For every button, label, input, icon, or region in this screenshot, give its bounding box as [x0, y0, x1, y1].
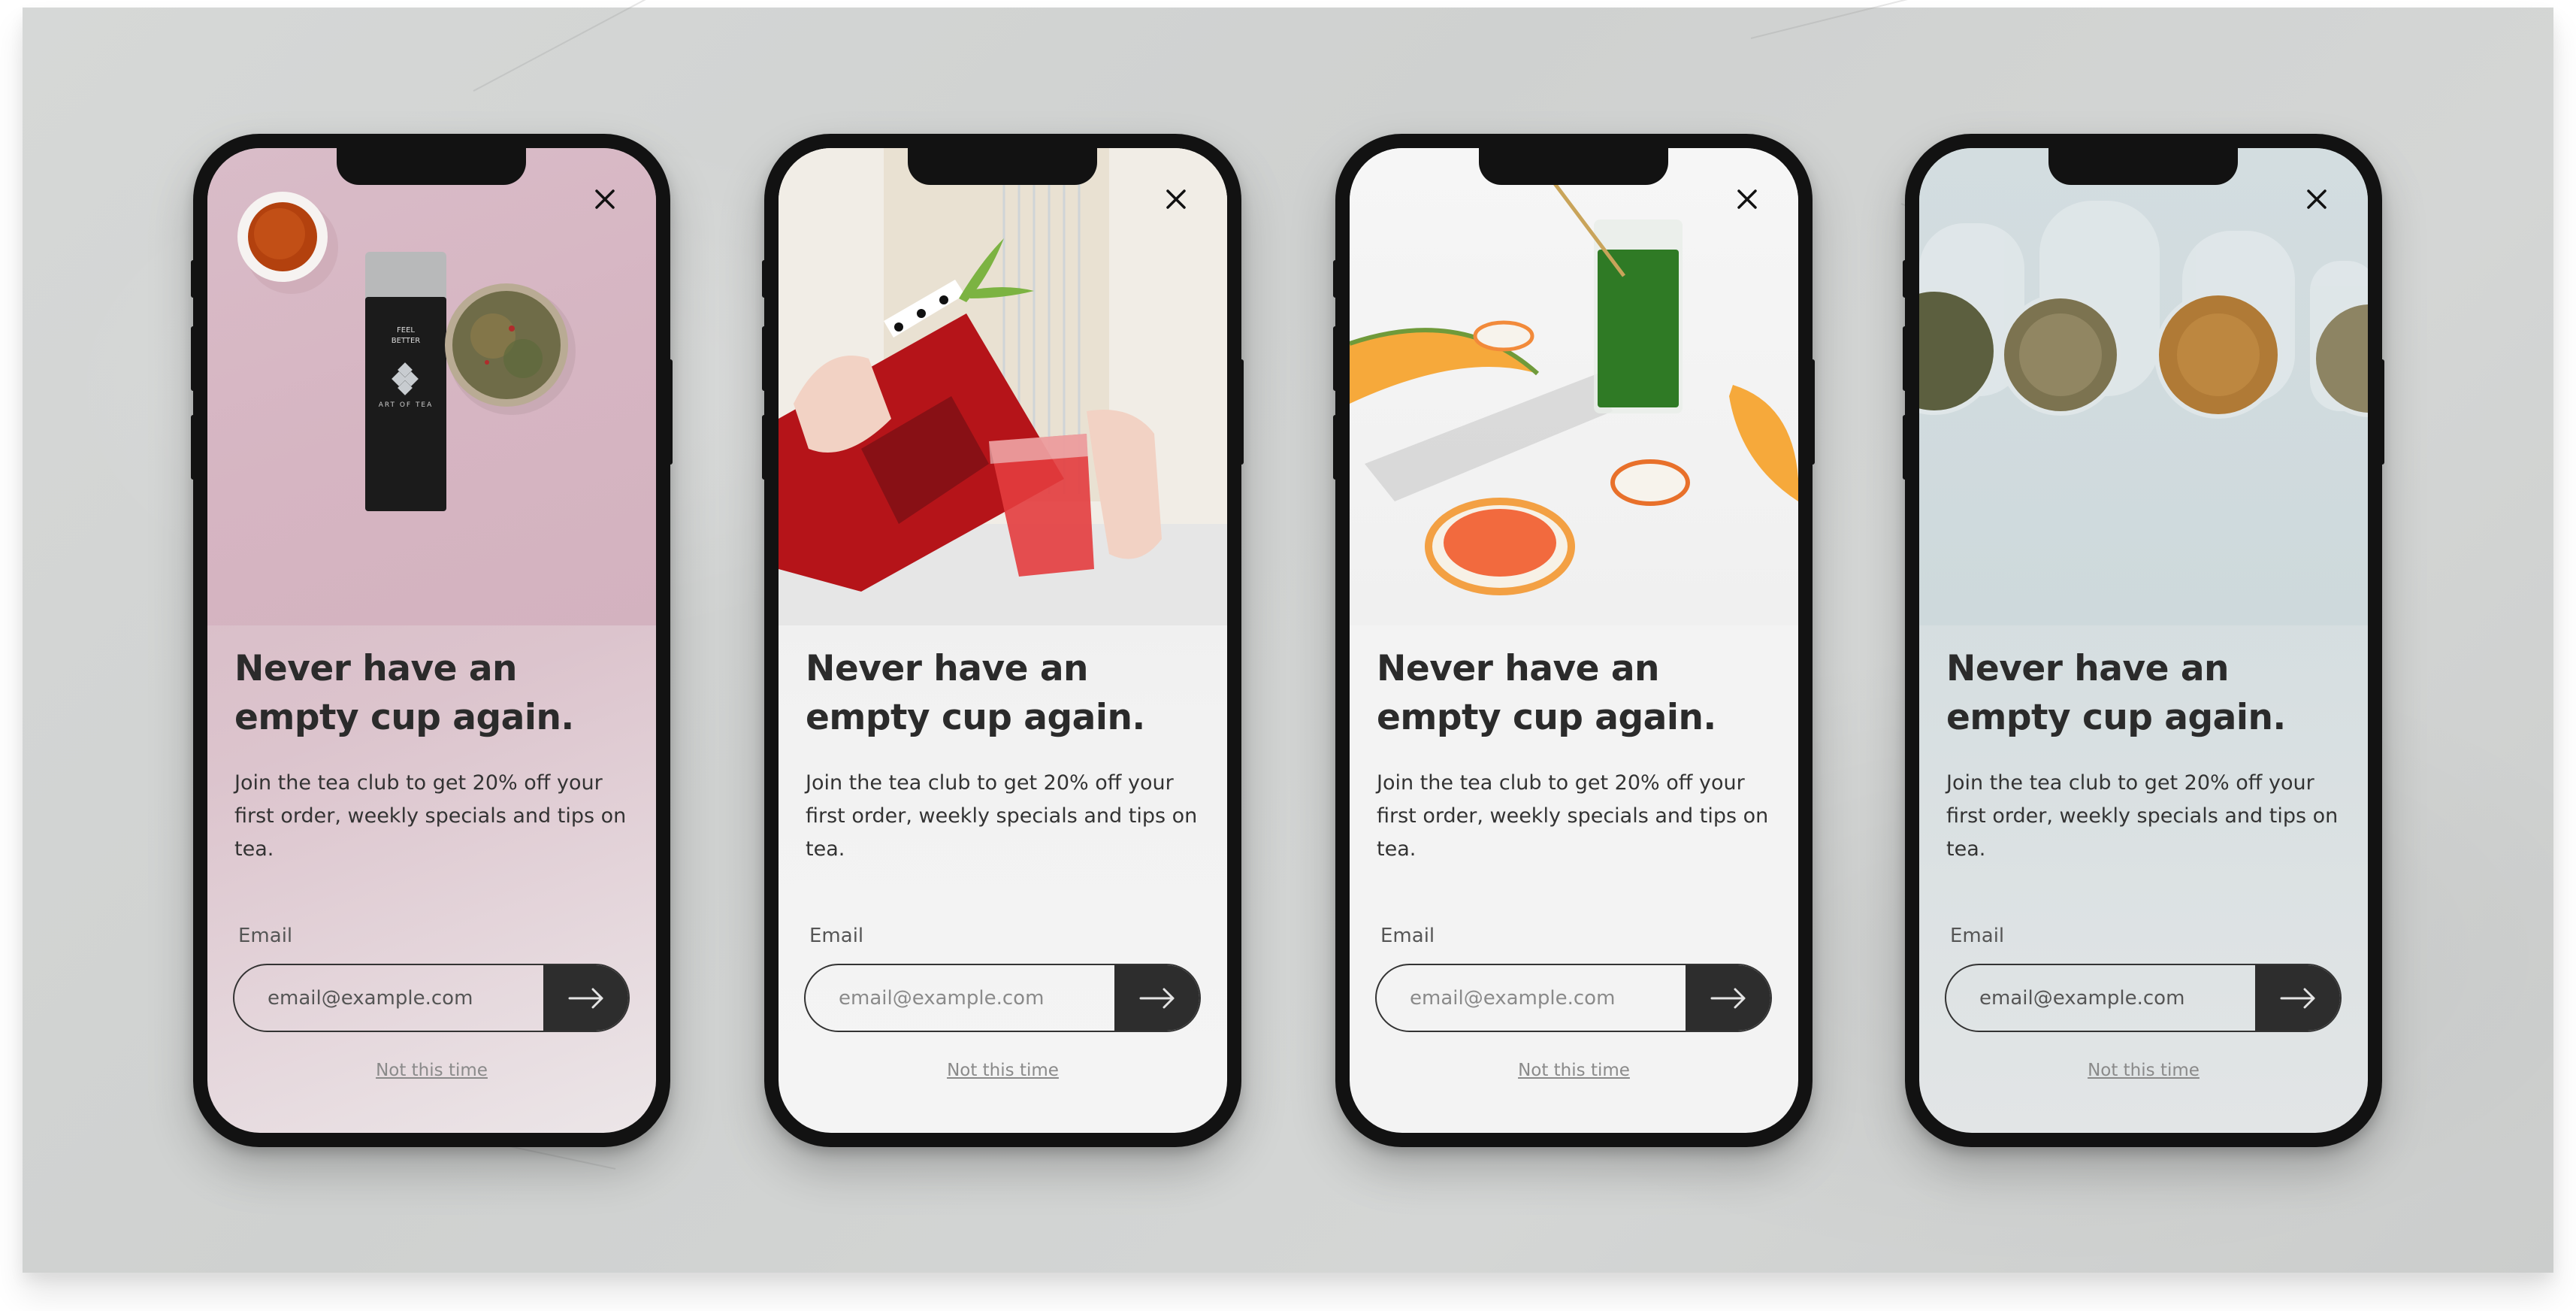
email-label: Email	[1950, 925, 2005, 947]
phone-mockup-4: Never have an empty cup again. Join the …	[1903, 134, 2384, 1147]
headline-line-1: Never have an	[1377, 648, 1660, 689]
blood-orange-slice	[1610, 459, 1690, 506]
close-icon	[595, 189, 615, 209]
close-button[interactable]	[1165, 188, 1187, 210]
tin-lid	[365, 252, 446, 304]
headline: Never have an empty cup again.	[1377, 644, 1782, 742]
volume-up-button	[1903, 326, 1907, 391]
headline: Never have an empty cup again.	[806, 644, 1211, 742]
email-form	[804, 964, 1201, 1032]
email-input[interactable]	[806, 965, 1114, 1031]
close-button[interactable]	[2305, 188, 2328, 210]
headline: Never have an empty cup again.	[1946, 644, 2352, 742]
volume-up-button	[1333, 326, 1338, 391]
power-button	[1239, 359, 1244, 465]
mute-switch	[191, 260, 195, 298]
email-form	[233, 964, 630, 1032]
volume-down-button	[1333, 415, 1338, 480]
popup-screen: Never have an empty cup again. Join the …	[779, 148, 1227, 1133]
submit-button[interactable]	[543, 965, 628, 1031]
popup-content: Never have an empty cup again. Join the …	[1919, 625, 2368, 1133]
close-icon	[2307, 189, 2327, 209]
email-label: Email	[809, 925, 864, 947]
close-button[interactable]	[594, 188, 616, 210]
volume-down-button	[762, 415, 766, 480]
email-form	[1945, 964, 2342, 1032]
volume-up-button	[762, 326, 766, 391]
mute-switch	[1903, 260, 1907, 298]
arrow-right-icon	[1710, 988, 1745, 1008]
phone-notch	[2048, 148, 2238, 185]
headline-line-2: empty cup again.	[1946, 697, 2286, 738]
volume-down-button	[1903, 415, 1907, 480]
mute-switch	[1333, 260, 1338, 298]
headline-line-2: empty cup again.	[1377, 697, 1716, 738]
not-this-time-link[interactable]: Not this time	[779, 1061, 1227, 1080]
tin-label: BETTER	[392, 337, 421, 345]
phone-mockup-2: Never have an empty cup again. Join the …	[762, 134, 1244, 1147]
close-icon	[1737, 189, 1757, 209]
not-this-time-link[interactable]: Not this time	[1919, 1061, 2368, 1080]
power-button	[1810, 359, 1815, 465]
grapefruit-flesh	[1444, 509, 1556, 577]
phone-notch	[1479, 148, 1668, 185]
headline-line-2: empty cup again.	[806, 697, 1145, 738]
body-text: Join the tea club to get 20% off your fi…	[234, 771, 627, 861]
email-form	[1375, 964, 1772, 1032]
headline-line-1: Never have an	[806, 648, 1089, 689]
headline-line-2: empty cup again.	[234, 697, 574, 738]
arrow-right-icon	[1139, 988, 1174, 1008]
submit-button[interactable]	[1686, 965, 1770, 1031]
hero-image	[1350, 148, 1798, 625]
phone-notch	[908, 148, 1097, 185]
email-label: Email	[238, 925, 293, 947]
email-input[interactable]	[1377, 965, 1686, 1031]
citrus-slice	[1473, 320, 1534, 352]
popup-content: Never have an empty cup again. Join the …	[1350, 625, 1798, 1133]
submit-button[interactable]	[1114, 965, 1199, 1031]
phone-mockup-3: Never have an empty cup again. Join the …	[1333, 134, 1815, 1147]
mute-switch	[762, 260, 766, 298]
headline-line-1: Never have an	[234, 648, 518, 689]
phone-notch	[337, 148, 526, 185]
submit-button[interactable]	[2255, 965, 2340, 1031]
popup-content: Never have an empty cup again. Join the …	[207, 625, 656, 1133]
close-button[interactable]	[1736, 188, 1758, 210]
green-matcha-drink	[1598, 250, 1679, 407]
popup-screen: Never have an empty cup again. Join the …	[1919, 148, 2368, 1133]
email-input[interactable]	[1946, 965, 2255, 1031]
background-texture-line	[1750, 0, 2130, 39]
melon-slice	[1729, 385, 1798, 501]
phone-mockup-1: FEEL BETTER ART OF TEA Never have an emp…	[191, 134, 673, 1147]
popup-screen: Never have an empty cup again. Join the …	[1350, 148, 1798, 1133]
hero-image	[1919, 148, 2368, 625]
power-button	[2380, 359, 2384, 465]
body-text: Join the tea club to get 20% off your fi…	[806, 771, 1198, 861]
body-text: Join the tea club to get 20% off your fi…	[1946, 771, 2339, 861]
background-texture-line	[473, 0, 753, 92]
headline-line-1: Never have an	[1946, 648, 2230, 689]
hero-image: FEEL BETTER ART OF TEA	[207, 148, 656, 625]
hero-image	[779, 148, 1227, 625]
email-label: Email	[1380, 925, 1435, 947]
popup-content: Never have an empty cup again. Join the …	[779, 625, 1227, 1133]
tin-label: FEEL	[397, 326, 415, 335]
arrow-right-icon	[2280, 988, 2314, 1008]
not-this-time-link[interactable]: Not this time	[207, 1061, 656, 1080]
arrow-right-icon	[568, 988, 603, 1008]
headline: Never have an empty cup again.	[234, 644, 640, 742]
glass-shadow	[1365, 374, 1613, 501]
power-button	[668, 359, 673, 465]
volume-down-button	[191, 415, 195, 480]
close-icon	[1166, 189, 1186, 209]
body-text: Join the tea club to get 20% off your fi…	[1377, 771, 1769, 861]
email-input[interactable]	[234, 965, 543, 1031]
not-this-time-link[interactable]: Not this time	[1350, 1061, 1798, 1080]
tin-brand: ART OF TEA	[379, 401, 434, 409]
volume-up-button	[191, 326, 195, 391]
popup-screen: FEEL BETTER ART OF TEA Never have an emp…	[207, 148, 656, 1133]
